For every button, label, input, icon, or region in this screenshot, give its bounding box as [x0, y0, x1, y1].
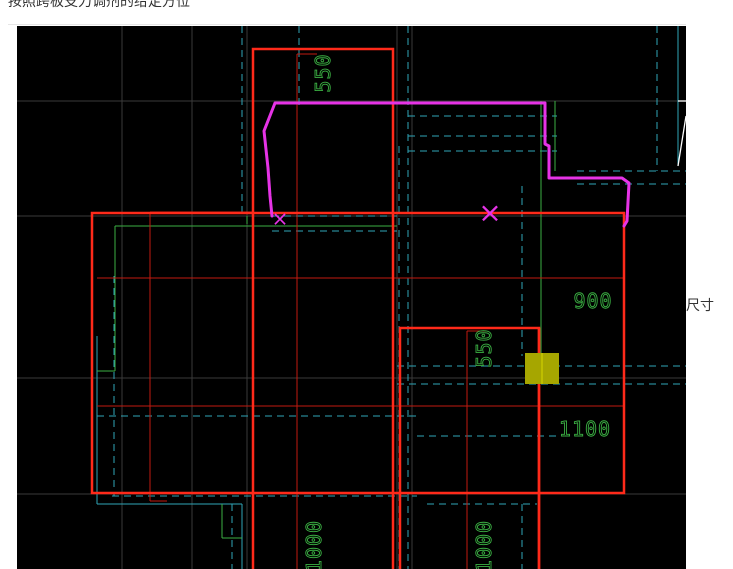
page-title: 按照跨板支力调剂的给定方位 — [8, 0, 190, 10]
title-divider — [8, 24, 686, 25]
marker-cross-left[interactable]: × — [272, 207, 289, 231]
cad-drawing: × × 550 550 900 1100 1000 1000 — [17, 26, 686, 569]
dimension-right-900: 900 — [573, 289, 612, 313]
green-lines — [97, 101, 556, 539]
cad-drawing-viewport[interactable]: × × 550 550 900 1100 1000 1000 — [17, 26, 686, 569]
dimension-mid-550: 550 — [472, 328, 496, 367]
side-label: 尺寸 — [686, 298, 714, 314]
white-lines — [677, 100, 686, 167]
marker-cross-right[interactable]: × — [478, 196, 501, 229]
highlight-path — [262, 101, 631, 228]
dimension-top-550: 550 — [311, 53, 335, 92]
dimension-bottom-right-1000: 1000 — [472, 520, 496, 569]
dimension-right-1100: 1100 — [559, 417, 611, 441]
dimension-bottom-left-1000: 1000 — [302, 520, 326, 569]
